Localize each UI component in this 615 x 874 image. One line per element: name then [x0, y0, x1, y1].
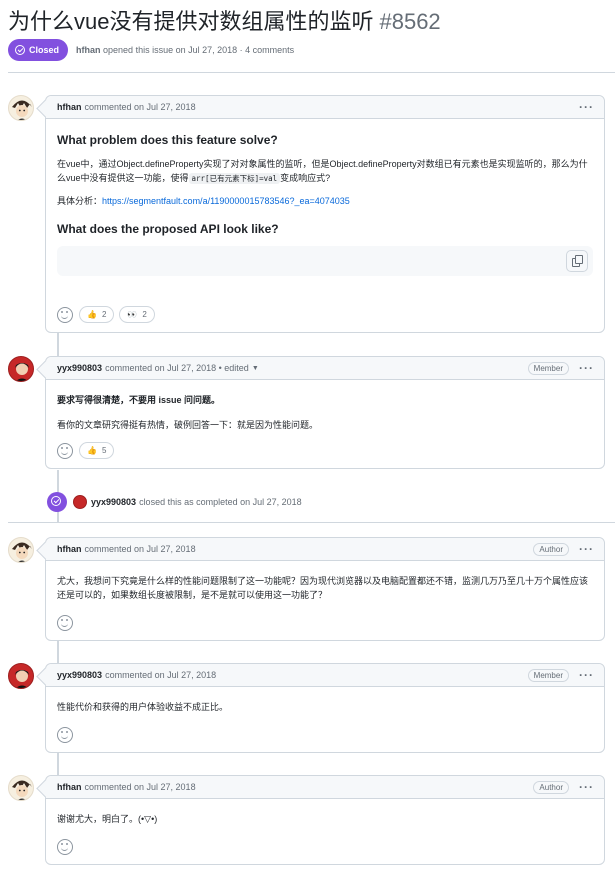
issue-opened-text: hfhan opened this issue on Jul 27, 2018 …	[76, 45, 294, 55]
event-actor[interactable]: yyx990803	[91, 497, 136, 507]
comment-timestamp[interactable]: commented on Jul 27, 2018	[85, 544, 196, 554]
comment-author[interactable]: hfhan	[57, 544, 82, 554]
comment-body: 尤大，我想问下究竟是什么样的性能问题限制了这一功能呢？因为现代浏览器以及电脑配置…	[46, 561, 604, 602]
comment-header: yyx990803 commented on Jul 27, 2018 Memb…	[46, 664, 604, 687]
chevron-down-icon[interactable]: ▼	[252, 365, 259, 372]
comment-timestamp[interactable]: commented on Jul 27, 2018 • edited	[105, 363, 249, 373]
role-badge: Author	[533, 542, 569, 556]
comment-paragraph: 要求写得很清楚，不要用 issue 问问题。	[57, 395, 221, 405]
comment-header: hfhan commented on Jul 27, 2018 Author ·…	[46, 776, 604, 799]
comment-author[interactable]: yyx990803	[57, 363, 102, 373]
kebab-horizontal-icon[interactable]: ···	[579, 542, 594, 556]
timeline-line	[57, 753, 59, 777]
comment-body: What problem does this feature solve? 在v…	[46, 119, 604, 276]
reactions-row	[57, 839, 79, 855]
issue-opened-detail: opened this issue on Jul 27, 2018 · 4 co…	[103, 45, 295, 55]
reactions-row: 👍 2 👀 2	[57, 306, 160, 323]
comment-card: yyx990803 commented on Jul 27, 2018 • ed…	[45, 356, 605, 469]
smiley-icon[interactable]	[57, 727, 73, 743]
smiley-icon[interactable]	[57, 839, 73, 855]
reaction-pill[interactable]: 👍 2	[79, 306, 115, 323]
header-divider	[8, 72, 615, 73]
comment-author[interactable]: yyx990803	[57, 670, 102, 680]
role-badge: Author	[533, 780, 569, 794]
avatar[interactable]	[8, 95, 34, 121]
comment-card: hfhan commented on Jul 27, 2018 Author ·…	[45, 537, 605, 641]
avatar[interactable]	[8, 537, 34, 563]
timeline-line	[57, 333, 59, 357]
kebab-horizontal-icon[interactable]: ···	[579, 668, 594, 682]
comment-card: hfhan commented on Jul 27, 2018 ··· What…	[45, 95, 605, 333]
issue-number: #8562	[379, 9, 441, 34]
comment-heading: What does the proposed API look like?	[57, 222, 279, 236]
smiley-icon[interactable]	[57, 306, 73, 323]
reactions-row	[57, 615, 79, 631]
comment-body: 性能代价和获得的用户体验收益不成正比。	[46, 687, 604, 714]
role-badge: Member	[527, 668, 569, 682]
comment-card: hfhan commented on Jul 27, 2018 Author ·…	[45, 775, 605, 865]
comment-timestamp[interactable]: commented on Jul 27, 2018	[85, 102, 196, 112]
comment-timestamp[interactable]: commented on Jul 27, 2018	[105, 670, 216, 680]
check-circle-icon	[15, 45, 25, 55]
comment-paragraph: 性能代价和获得的用户体验收益不成正比。	[57, 702, 229, 712]
comment-paragraph: 谢谢尤大，明白了。(•▽•)	[57, 814, 158, 824]
issue-author-link[interactable]: hfhan	[76, 45, 101, 55]
kebab-horizontal-icon[interactable]: ···	[579, 780, 594, 794]
code-block	[57, 246, 593, 276]
state-label: Closed	[29, 45, 60, 55]
comment-author[interactable]: hfhan	[57, 102, 82, 112]
issue-meta: Closed hfhan opened this issue on Jul 27…	[8, 39, 294, 61]
comment-paragraph: 尤大，我想问下究竟是什么样的性能问题限制了这一功能呢？因为现代浏览器以及电脑配置…	[57, 576, 589, 600]
issue-title: 为什么vue没有提供对数组属性的监听 #8562	[8, 8, 441, 36]
reaction-pill[interactable]: 👀 2	[119, 306, 155, 323]
avatar[interactable]	[8, 356, 34, 382]
state-badge: Closed	[8, 39, 69, 61]
role-badge: Member	[527, 361, 569, 375]
timeline-divider	[8, 522, 615, 523]
avatar[interactable]	[8, 775, 34, 801]
event-text: closed this as completed on Jul 27, 2018	[139, 497, 302, 507]
comment-header: hfhan commented on Jul 27, 2018 Author ·…	[46, 538, 604, 561]
comment-card: yyx990803 commented on Jul 27, 2018 Memb…	[45, 663, 605, 753]
comment-paragraph: 具体分析：https://segmentfault.com/a/11900000…	[57, 196, 350, 206]
issue-title-text: 为什么vue没有提供对数组属性的监听	[8, 9, 374, 34]
copy-icon[interactable]	[566, 250, 588, 272]
comment-body: 要求写得很清楚，不要用 issue 问问题。 看你的文章研究得挺有热情，破例回答…	[46, 380, 604, 432]
comment-header: hfhan commented on Jul 27, 2018 ···	[46, 96, 604, 119]
comment-author[interactable]: hfhan	[57, 782, 82, 792]
avatar[interactable]	[73, 495, 87, 509]
inline-code: arr[已有元素下标]=val	[188, 173, 281, 184]
kebab-horizontal-icon[interactable]: ···	[579, 100, 594, 114]
avatar[interactable]	[8, 663, 34, 689]
comment-header: yyx990803 commented on Jul 27, 2018 • ed…	[46, 357, 604, 380]
comment-timestamp[interactable]: commented on Jul 27, 2018	[85, 782, 196, 792]
article-link[interactable]: https://segmentfault.com/a/1190000015783…	[102, 196, 350, 206]
comment-paragraph: 看你的文章研究得挺有热情，破例回答一下：就是因为性能问题。	[57, 420, 319, 430]
comment-paragraph: 在vue中，通过Object.defineProperty实现了对对象属性的监听…	[57, 159, 588, 184]
kebab-horizontal-icon[interactable]: ···	[579, 361, 594, 375]
comment-body: 谢谢尤大，明白了。(•▽•)	[46, 799, 604, 826]
comment-heading: What problem does this feature solve?	[57, 133, 278, 147]
timeline-line	[57, 641, 59, 665]
smiley-icon[interactable]	[57, 615, 73, 631]
smiley-icon[interactable]	[57, 442, 73, 459]
check-circle-icon	[47, 492, 67, 512]
reaction-pill[interactable]: 👍 5	[79, 442, 115, 459]
reactions-row	[57, 727, 79, 743]
closed-event: yyx990803 closed this as completed on Ju…	[47, 492, 302, 512]
reactions-row: 👍 5	[57, 442, 119, 459]
